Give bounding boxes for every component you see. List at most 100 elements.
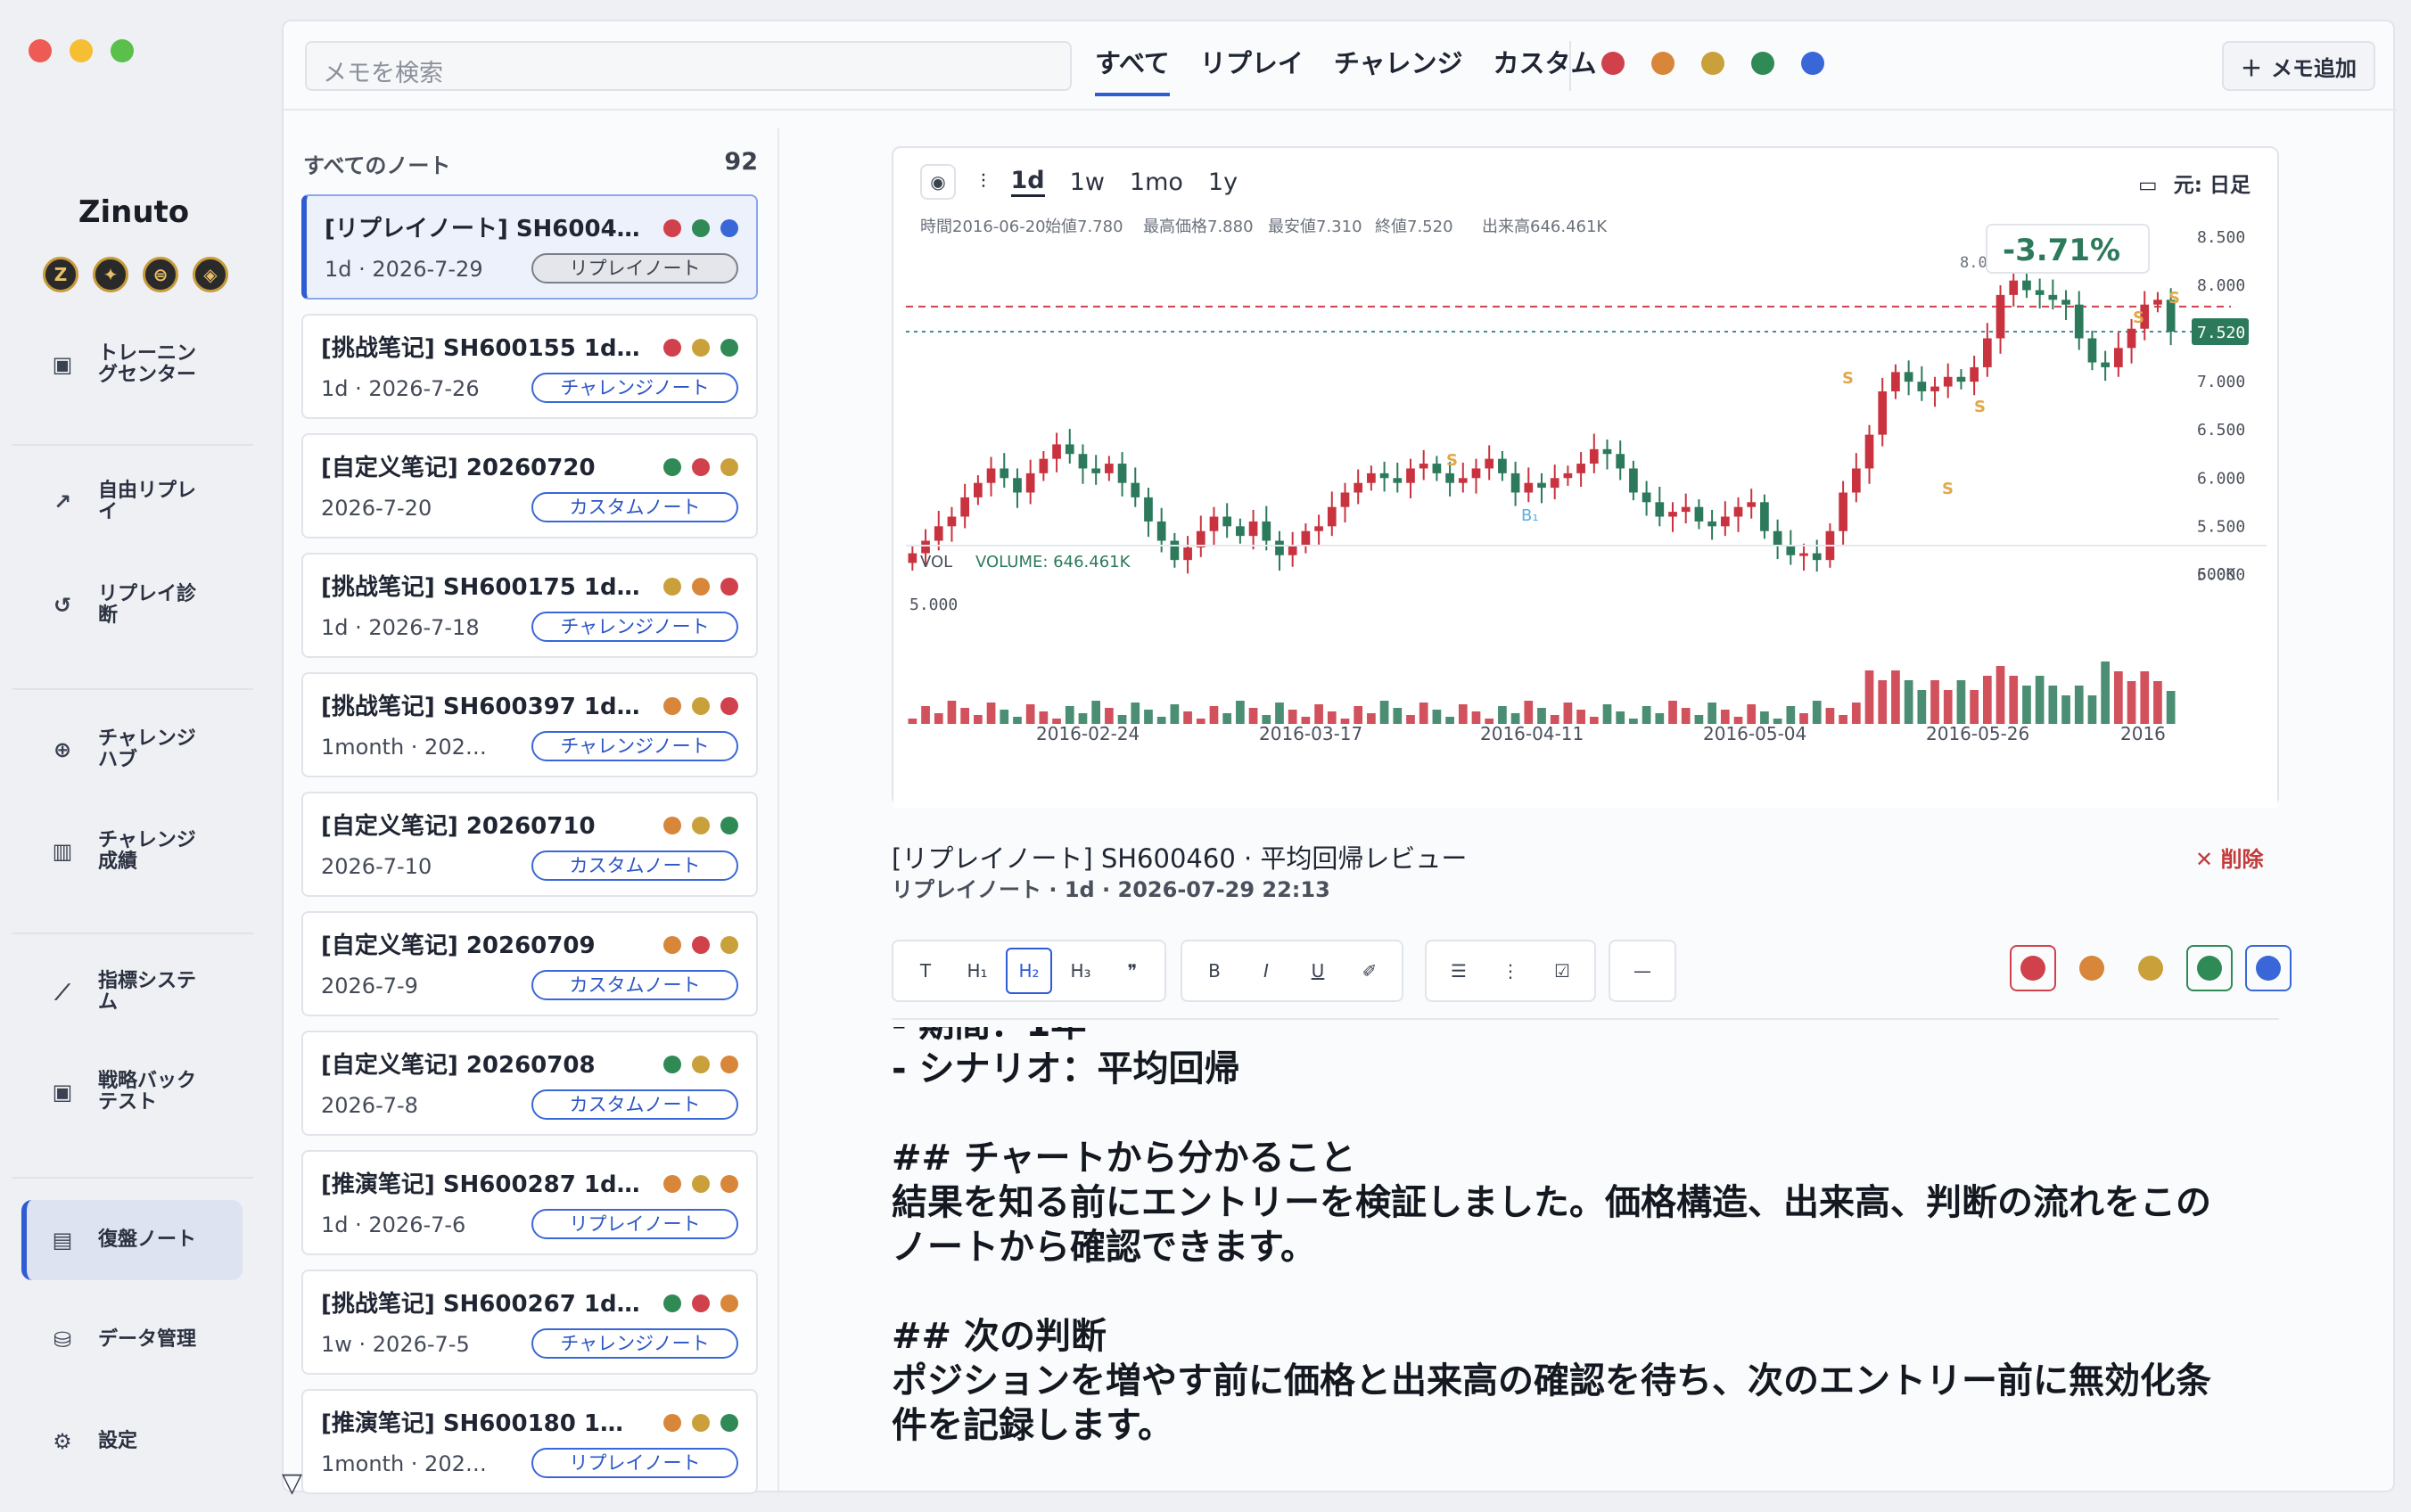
heading3-button[interactable]: H₃: [1057, 948, 1104, 994]
candle: [1222, 516, 1232, 527]
sidebar-item-free-replay[interactable]: ↗ 自由リプレ イ: [21, 462, 243, 542]
candle: [1354, 482, 1363, 493]
badge-coin-icon[interactable]: ⊜: [143, 257, 178, 292]
sidebar-item-data-management[interactable]: ⛁ データ管理: [21, 1300, 243, 1380]
heading2-button[interactable]: H₂: [1006, 948, 1052, 994]
candle: [1485, 458, 1494, 469]
color-dot: [720, 697, 738, 715]
ohlc-info: 出来高646.461K: [1482, 218, 1608, 236]
underline-button[interactable]: U: [1295, 948, 1341, 994]
note-card[interactable]: [自定义笔记] 20260710 2026-7-10 カスタムノート: [301, 792, 758, 897]
italic-button[interactable]: I: [1243, 948, 1289, 994]
color-filter-orange[interactable]: [1651, 52, 1675, 75]
note-card[interactable]: [挑战笔记] SH600267 1d 2026-7-5 1w · 2026-7-…: [301, 1270, 758, 1375]
top-bar: メモを検索 すべて リプレイ チャレンジ カスタム ＋ メモ追加: [284, 21, 2397, 111]
editor-line: 件を記録します。: [892, 1405, 1173, 1446]
note-card-title: [リプレイノート] SH600460 1d 2026-7-29: [325, 216, 646, 242]
color-dot: [663, 219, 681, 237]
note-card[interactable]: [自定义笔记] 20260708 2026-7-8 カスタムノート: [301, 1031, 758, 1136]
quote-button[interactable]: ❞: [1109, 948, 1156, 994]
note-card-meta: 2026-7-10: [321, 854, 432, 879]
sidebar-item-label: チャレンジ 成績: [98, 829, 196, 873]
color-dot: [663, 578, 681, 596]
filter-tabs: すべて リプレイ チャレンジ カスタム: [1095, 43, 1597, 96]
note-card[interactable]: [自定义笔记] 20260720 2026-7-20 カスタムノート: [301, 433, 758, 538]
candlestick-chart[interactable]: 時間2016-06-20 始値7.780 最高価格7.880 最安値7.310 終値7.…: [893, 201, 2277, 808]
heading1-button[interactable]: H₁: [954, 948, 1000, 994]
editor-line: 結果を知る前にエントリーを検証しました。価格構造、出来高、判断の流れをこの: [892, 1182, 2211, 1223]
sidebar-item-review-notes[interactable]: ▤ 復盤ノート: [21, 1200, 243, 1280]
highlight-button[interactable]: ✐: [1346, 948, 1393, 994]
color-dot: [720, 458, 738, 476]
note-color-blue[interactable]: [2245, 945, 2292, 991]
tab-all[interactable]: すべて: [1095, 43, 1170, 96]
note-card[interactable]: [リプレイノート] SH600460 1d 2026-7-29 1d · 202…: [301, 194, 758, 300]
delete-button[interactable]: ✕ 削除: [2195, 842, 2263, 873]
note-card[interactable]: [挑战笔记] SH600397 1d 2026-7-14 1month · 20…: [301, 672, 758, 777]
volume-bar: [1236, 701, 1245, 724]
volume-bar: [1025, 704, 1035, 724]
note-card[interactable]: [挑战笔记] SH600175 1d 2026-7-18 1d · 2026-7…: [301, 553, 758, 658]
sidebar-item-replay-diagnosis[interactable]: ↺ リプレイ診 断: [21, 565, 243, 645]
add-note-button[interactable]: ＋ メモ追加: [2222, 41, 2375, 91]
note-card[interactable]: [推演笔记] SH600287 1d 2026-7-6 1d · 2026-7-…: [301, 1150, 758, 1255]
color-filter-blue[interactable]: [1801, 52, 1824, 75]
note-editor[interactable]: - 期間：1年- シナリオ：平均回帰 ## チャートから分かること結果を知る前にエ…: [892, 1027, 2279, 1491]
candle: [1209, 516, 1219, 531]
sell-marker: S: [1942, 480, 1954, 498]
volume-bar: [1209, 706, 1219, 724]
horizontal-rule-button[interactable]: —: [1619, 948, 1666, 994]
text-style-button[interactable]: T: [902, 948, 949, 994]
bullet-list-button[interactable]: ☰: [1436, 948, 1482, 994]
note-color-red[interactable]: [2010, 945, 2056, 991]
candle: [1629, 468, 1638, 493]
sidebar-item-training-center[interactable]: ▣ トレーニン グセンター: [21, 325, 243, 405]
candles-icon[interactable]: ⫶: [981, 171, 986, 193]
ordered-list-button[interactable]: ⋮: [1487, 948, 1534, 994]
color-dot: [663, 1056, 681, 1073]
min-price-label: 5.000: [909, 596, 958, 614]
volume-bar: [960, 708, 970, 724]
color-filter-red[interactable]: [1601, 52, 1625, 75]
task-list-button[interactable]: ☑: [1539, 948, 1585, 994]
candle: [1733, 506, 1743, 517]
timeframe-1y[interactable]: 1y: [1208, 168, 1238, 196]
color-filter-gold[interactable]: [1701, 52, 1724, 75]
note-card-colors: [663, 578, 738, 596]
sidebar-item-settings[interactable]: ⚙ 設定: [21, 1401, 243, 1482]
candle: [1956, 376, 1966, 382]
bold-button[interactable]: B: [1191, 948, 1238, 994]
data-source[interactable]: ▭ 元: 日足: [2138, 168, 2251, 198]
note-card-title: [推演笔记] SH600287 1d 2026-7-6: [321, 1171, 642, 1198]
note-card[interactable]: [推演笔记] SH600180 1month 2026-7-1 1month ·…: [301, 1389, 758, 1494]
note-card[interactable]: [挑战笔记] SH600155 1d 2026-7-26 1d · 2026-7…: [301, 314, 758, 419]
tab-custom[interactable]: カスタム: [1494, 43, 1597, 96]
candle: [2087, 338, 2097, 363]
sidebar-item-indicator-system[interactable]: ⟋ 指標システ ム: [21, 952, 243, 1032]
gear-icon: ⚙: [53, 1429, 72, 1454]
badge-z-icon[interactable]: Z: [43, 257, 78, 292]
note-card[interactable]: [自定义笔记] 20260709 2026-7-9 カスタムノート: [301, 911, 758, 1016]
note-color-gold[interactable]: [2127, 945, 2174, 991]
note-color-orange[interactable]: [2069, 945, 2115, 991]
candle: [1445, 472, 1454, 483]
candle: [1078, 454, 1088, 469]
eye-icon[interactable]: ◉: [920, 164, 956, 200]
badge-star-icon[interactable]: ✦: [93, 257, 128, 292]
tab-replay[interactable]: リプレイ: [1200, 43, 1304, 96]
candle: [1236, 526, 1245, 537]
timeframe-1mo[interactable]: 1mo: [1130, 168, 1183, 196]
badge-diamond-icon[interactable]: ◈: [193, 257, 228, 292]
sidebar-item-strategy-backtest[interactable]: ▣ 戦略バック テスト: [21, 1052, 243, 1132]
volume-bar: [1747, 704, 1757, 724]
candle: [1262, 521, 1271, 541]
tab-challenge[interactable]: チャレンジ: [1334, 43, 1463, 96]
note-color-green[interactable]: [2186, 945, 2233, 991]
timeframe-1w[interactable]: 1w: [1070, 168, 1105, 196]
volume-bar: [1982, 676, 1992, 724]
sidebar-item-challenge-hub[interactable]: ⊕ チャレンジ ハブ: [21, 710, 243, 790]
color-filter-green[interactable]: [1751, 52, 1774, 75]
sidebar-item-challenge-results[interactable]: ▥ チャレンジ 成績: [21, 811, 243, 892]
search-input[interactable]: メモを検索: [305, 41, 1072, 91]
timeframe-1d[interactable]: 1d: [1010, 167, 1045, 197]
